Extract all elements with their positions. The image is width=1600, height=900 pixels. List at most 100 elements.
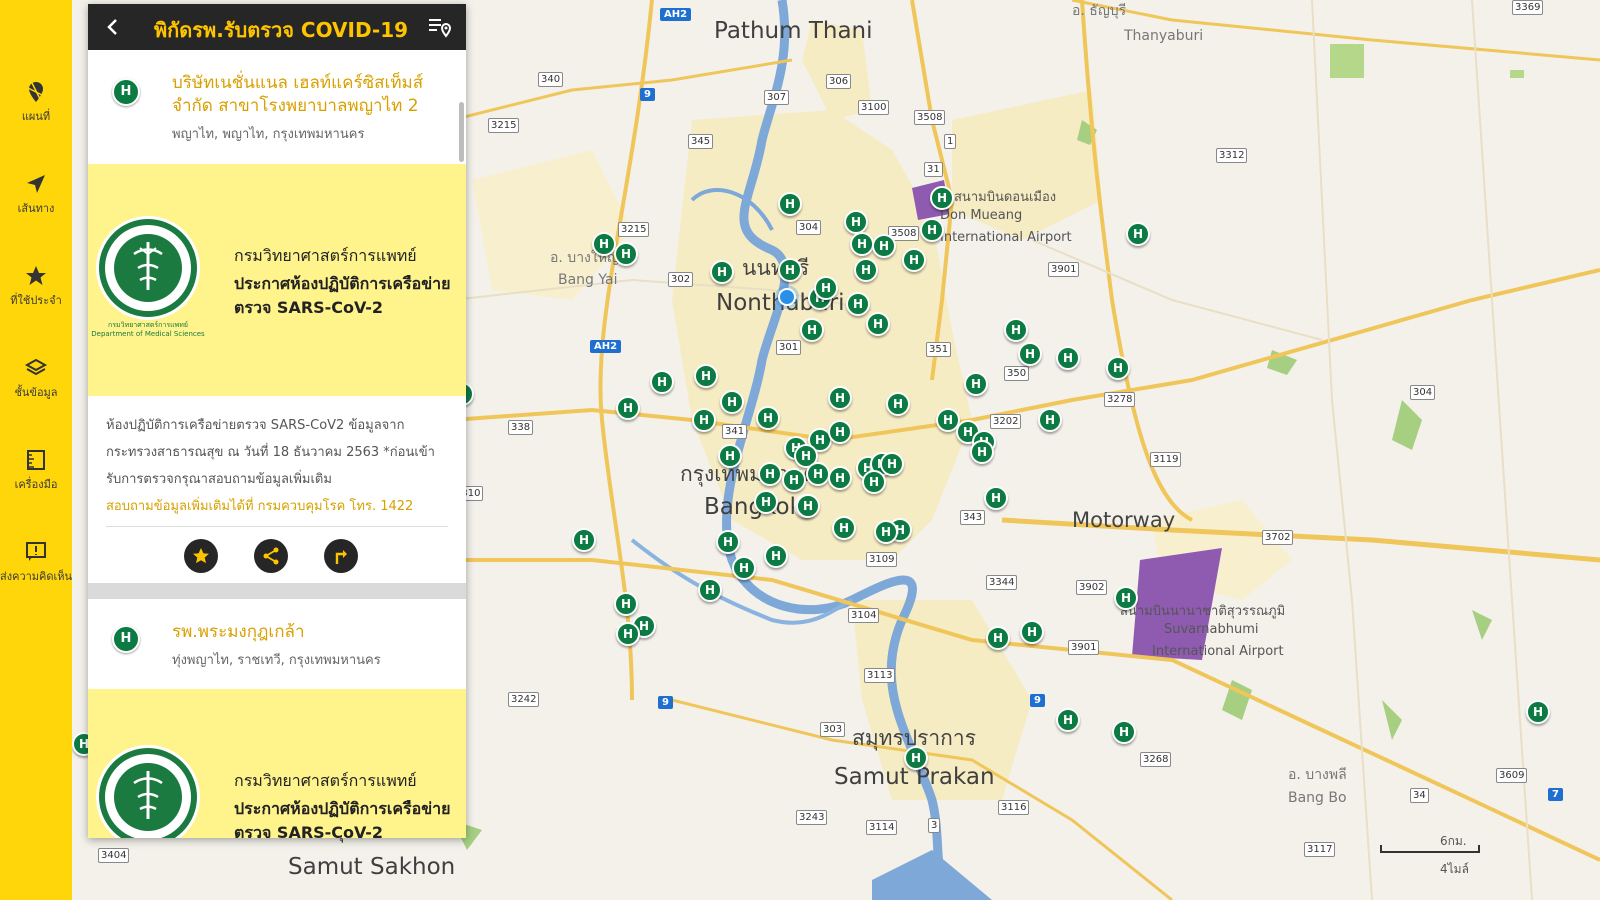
hospital-pin[interactable]: H <box>1020 620 1044 644</box>
hospital-pin[interactable]: H <box>904 746 928 770</box>
hospital-pin[interactable]: H <box>718 444 742 468</box>
banner-line-2: ประกาศห้องปฏิบัติการเครือข่าย <box>234 799 451 818</box>
hospital-pin[interactable]: H <box>844 210 868 234</box>
hospital-pin[interactable]: H <box>970 440 994 464</box>
hospital-pin[interactable]: H <box>720 390 744 414</box>
route-shield: 340 <box>538 72 564 87</box>
hospital-pin[interactable]: H <box>694 364 718 388</box>
route-shield: 302 <box>668 272 694 287</box>
hospital-pin[interactable]: H <box>756 406 780 430</box>
route-shield: 3215 <box>618 222 650 237</box>
hospital-pin[interactable]: H <box>782 468 806 492</box>
rail-item-layers[interactable]: ชั้นข้อมูล <box>0 356 72 426</box>
rail-item-tools[interactable]: เครื่องมือ <box>0 448 72 518</box>
hospital-pin[interactable]: H <box>874 520 898 544</box>
hospital-pin[interactable]: H <box>592 232 616 256</box>
hospital-pin[interactable]: H <box>1004 318 1028 342</box>
hospital-pin[interactable]: H <box>572 528 596 552</box>
hospital-pin[interactable]: H <box>800 318 824 342</box>
result-address: ทุ่งพญาไท, ราชเทวี, กรุงเทพมหานคร <box>172 653 381 668</box>
hospital-pin-icon: H <box>112 625 140 653</box>
hospital-pin[interactable]: H <box>758 462 782 486</box>
hospital-pin[interactable]: H <box>902 248 926 272</box>
hospital-pin[interactable]: H <box>710 260 734 284</box>
hospital-pin[interactable]: H <box>1056 708 1080 732</box>
hospital-pin[interactable]: H <box>732 556 756 580</box>
hospital-pin[interactable]: H <box>828 386 852 410</box>
result-item[interactable]: H บริษัทเนชั่นแนล เฮลท์แคร์ซิสเท็มส์ จำก… <box>88 50 466 164</box>
result-name[interactable]: รพ.พระมงกุฎเกล้า <box>172 621 442 644</box>
hospital-pin[interactable]: H <box>984 486 1008 510</box>
hospital-pin[interactable]: H <box>796 494 820 518</box>
route-shield: 3268 <box>1140 752 1172 767</box>
hospital-pin[interactable]: H <box>650 370 674 394</box>
hospital-pin[interactable]: H <box>616 396 640 420</box>
hospital-pin[interactable]: H <box>854 258 878 282</box>
hospital-pin[interactable]: H <box>866 312 890 336</box>
rail-item-route[interactable]: เส้นทาง <box>0 172 72 242</box>
current-location-marker[interactable] <box>778 288 796 306</box>
rail-item-feedback[interactable]: ส่งความคิดเห็น <box>0 540 72 610</box>
hospital-pin[interactable]: H <box>616 622 640 646</box>
hospital-pin[interactable]: H <box>1526 700 1550 724</box>
hospital-pin[interactable]: H <box>886 392 910 416</box>
hospital-pin[interactable]: H <box>880 452 904 476</box>
hospital-pin[interactable]: H <box>698 578 722 602</box>
hospital-pin[interactable]: H <box>1112 720 1136 744</box>
hospital-pin[interactable]: H <box>846 292 870 316</box>
hospital-pin[interactable]: H <box>614 242 638 266</box>
hospital-pin[interactable]: H <box>806 462 830 486</box>
share-button[interactable] <box>254 539 288 573</box>
hospital-pin[interactable]: H <box>692 408 716 432</box>
back-button[interactable] <box>98 12 128 42</box>
hospital-pin[interactable]: H <box>1018 342 1042 366</box>
route-shield: 3902 <box>1076 580 1108 595</box>
contact-link[interactable]: สอบถามข้อมูลเพิ่มเติมได้ที่ กรมควบคุมโรค… <box>106 499 413 514</box>
rail-label-map: แผนที่ <box>21 110 51 123</box>
filter-location-button[interactable] <box>426 14 454 42</box>
hospital-pin[interactable]: H <box>850 232 874 256</box>
route-shield: 343 <box>960 510 986 525</box>
hospital-pin[interactable]: H <box>1106 356 1130 380</box>
hospital-pin[interactable]: H <box>1038 408 1062 432</box>
rail-label-feedback: ส่งความคิดเห็น <box>0 570 72 583</box>
result-item[interactable]: H รพ.พระมงกุฎเกล้า ทุ่งพญาไท, ราชเทวี, ก… <box>88 599 466 689</box>
result-name[interactable]: บริษัทเนชั่นแนล เฮลท์แคร์ซิสเท็มส์ จำกัด… <box>172 72 442 118</box>
scale-bar <box>1380 845 1480 853</box>
hospital-pin[interactable]: H <box>872 234 896 258</box>
hospital-pin[interactable]: H <box>778 192 802 216</box>
directions-button[interactable] <box>324 539 358 573</box>
hospital-pin[interactable]: H <box>1056 346 1080 370</box>
panel-body[interactable]: H บริษัทเนชั่นแนล เฮลท์แคร์ซิสเท็มส์ จำก… <box>88 50 466 838</box>
hospital-pin[interactable]: H <box>832 516 856 540</box>
rail-label-favorites: ที่ใช้ประจำ <box>10 294 62 307</box>
hospital-pin[interactable]: H <box>964 372 988 396</box>
rail-item-favorites[interactable]: ที่ใช้ประจำ <box>0 264 72 334</box>
panel-scrollbar[interactable] <box>459 102 464 162</box>
route-shield: 307 <box>764 90 790 105</box>
hospital-pin[interactable]: H <box>1126 222 1150 246</box>
hospital-pin[interactable]: H <box>862 470 886 494</box>
hospital-pin[interactable]: H <box>814 276 838 300</box>
hospital-pin[interactable]: H <box>614 592 638 616</box>
hospital-pin[interactable]: H <box>828 420 852 444</box>
hospital-pin[interactable]: H <box>716 530 740 554</box>
hospital-pin[interactable]: H <box>1114 586 1138 610</box>
rail-item-map[interactable]: แผนที่ <box>0 80 72 150</box>
favorite-button[interactable] <box>184 539 218 573</box>
hospital-pin[interactable]: H <box>986 626 1010 650</box>
hospital-pin[interactable]: H <box>764 544 788 568</box>
hospital-pin[interactable]: H <box>828 466 852 490</box>
hospital-pin[interactable]: H <box>920 218 944 242</box>
hospital-pin[interactable]: H <box>930 186 954 210</box>
hospital-pin[interactable]: H <box>778 258 802 282</box>
hospital-pin-icon: H <box>112 78 140 106</box>
route-shield: 3202 <box>990 414 1022 429</box>
result-description: ห้องปฏิบัติการเครือข่ายตรวจ SARS-CoV2 ข้… <box>88 396 466 526</box>
route-shield: 3369 <box>1512 0 1544 15</box>
result-address: พญาไท, พญาไท, กรุงเทพมหานคร <box>172 127 365 142</box>
hospital-pin[interactable]: H <box>754 490 778 514</box>
highway-badge: AH2 <box>590 340 622 353</box>
route-shield: 3508 <box>914 110 946 125</box>
route-shield: 3104 <box>848 608 880 623</box>
